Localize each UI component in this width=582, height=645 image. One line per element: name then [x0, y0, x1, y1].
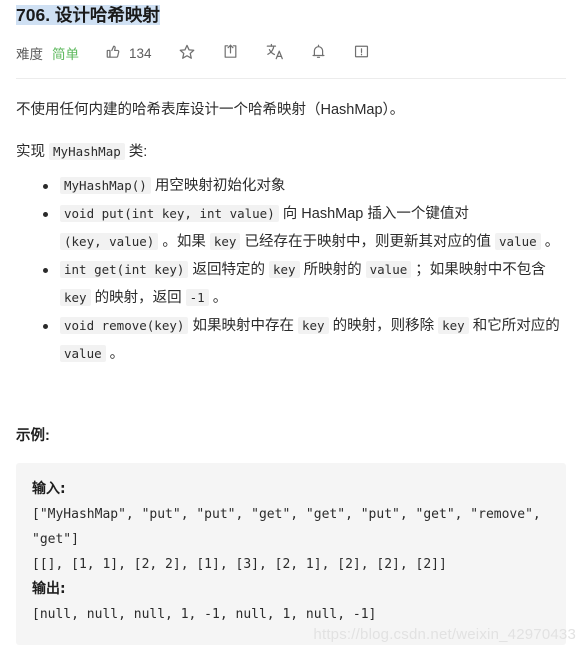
implement-suffix: 类:	[128, 144, 148, 160]
inline-code: key	[297, 317, 329, 334]
title-row: 706. 设计哈希映射	[16, 0, 566, 28]
spec-text: 的映射，返回	[94, 290, 182, 306]
star-icon	[178, 43, 196, 64]
difficulty-label: 难度	[16, 47, 43, 62]
spec-text: 返回特定的	[192, 262, 265, 278]
spec-text: ；如果映射中不包含	[415, 262, 546, 278]
implement-class-name: MyHashMap	[49, 143, 125, 160]
spec-text: 。	[109, 346, 125, 362]
difficulty-value: 简单	[52, 47, 79, 62]
spec-list-item: void remove(key) 如果映射中存在 key 的映射，则移除 key…	[43, 312, 566, 368]
report-icon	[353, 43, 370, 63]
input-line: ["MyHashMap", "put", "put", "get", "get"…	[32, 507, 549, 547]
spec-text: 所映射的	[303, 262, 362, 278]
translate-button[interactable]	[265, 42, 284, 64]
inline-code: void remove(key)	[60, 317, 189, 334]
bell-icon	[310, 43, 327, 63]
spec-text: 已经存在于映射中，则更新其对应的值	[244, 234, 491, 250]
problem-page: 706. 设计哈希映射 难度 简单 134 不使用任何内建的哈希表库设计一个哈希…	[0, 0, 582, 445]
page-title: 706. 设计哈希映射	[16, 5, 160, 25]
share-icon	[222, 43, 239, 63]
spec-list-item: int get(int key) 返回特定的 key 所映射的 value ；如…	[43, 256, 566, 312]
spec-list-item: void put(int key, int value) 向 HashMap 插…	[43, 200, 566, 256]
spec-text: 如果映射中存在	[192, 318, 294, 334]
inline-code: int get(int key)	[60, 261, 189, 278]
inline-code: -1	[185, 289, 209, 306]
spec-text: 向 HashMap 插入一个键值对	[282, 206, 469, 222]
problem-toolbar: 难度 简单 134	[16, 37, 566, 69]
inline-code: value	[60, 345, 106, 362]
implement-prefix: 实现	[16, 144, 45, 160]
translate-icon	[265, 42, 284, 64]
inline-code: value	[495, 233, 541, 250]
description-implement-line: 实现 MyHashMap 类:	[16, 139, 566, 165]
spec-list: MyHashMap() 用空映射初始化对象 void put(int key, …	[16, 172, 566, 368]
input-line: [[], [1, 1], [2, 2], [1], [3], [2, 1], […	[32, 557, 447, 572]
inline-code: (key, value)	[60, 233, 159, 250]
example-block-wrap: 输入: ["MyHashMap", "put", "put", "get", "…	[0, 463, 582, 645]
share-button[interactable]	[222, 43, 239, 63]
spec-text: 。	[544, 234, 560, 250]
spec-list-item: MyHashMap() 用空映射初始化对象	[43, 172, 566, 200]
example-code-block: 输入: ["MyHashMap", "put", "put", "get", "…	[16, 463, 566, 645]
spec-text: 的映射，则移除	[332, 318, 435, 334]
favorite-button[interactable]	[178, 43, 196, 64]
input-label: 输入:	[32, 481, 66, 497]
example-heading: 示例:	[16, 428, 50, 444]
inline-code: key	[209, 233, 241, 250]
subscribe-button[interactable]	[310, 43, 327, 63]
header-divider	[16, 78, 566, 79]
thumbs-up-icon	[105, 43, 122, 63]
spec-text: 。	[212, 290, 228, 306]
spec-text: 。如果	[162, 234, 206, 250]
spec-text: 用空映射初始化对象	[154, 178, 286, 194]
inline-code: key	[438, 317, 469, 334]
inline-code: void put(int key, int value)	[60, 205, 279, 222]
like-button[interactable]: 134	[105, 43, 152, 63]
output-lines: [null, null, null, 1, -1, null, 1, null,…	[32, 602, 550, 627]
output-line: [null, null, null, 1, -1, null, 1, null,…	[32, 607, 377, 622]
input-lines: ["MyHashMap", "put", "put", "get", "get"…	[32, 502, 550, 577]
output-label: 输出:	[32, 581, 66, 597]
description-line-1: 不使用任何内建的哈希表库设计一个哈希映射（HashMap）。	[16, 102, 405, 118]
like-count: 134	[129, 45, 152, 61]
inline-code: value	[365, 261, 412, 278]
inline-code: key	[268, 261, 300, 278]
inline-code: MyHashMap()	[60, 177, 151, 194]
spec-text: 和它所对应的	[472, 318, 560, 334]
report-button[interactable]	[353, 43, 370, 63]
inline-code: key	[60, 289, 91, 306]
